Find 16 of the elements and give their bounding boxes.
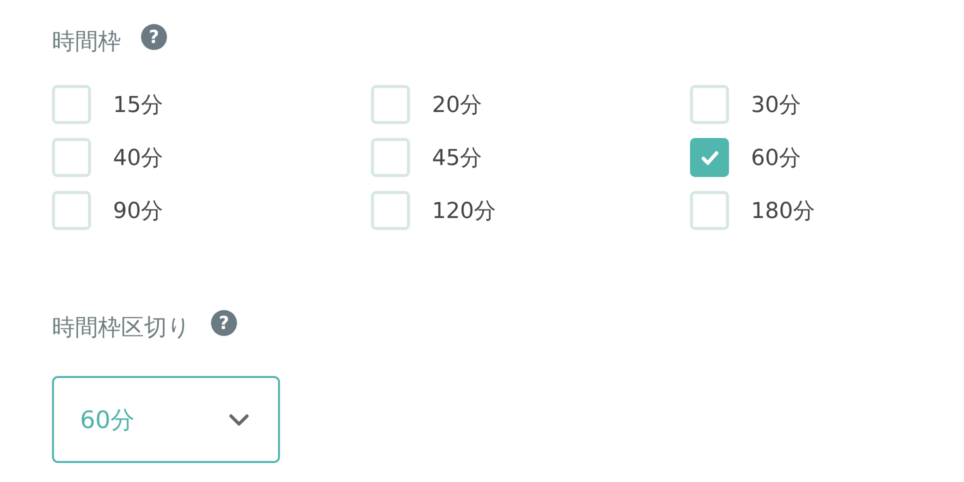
checkbox-label: 60分 — [751, 144, 801, 172]
checkbox-label: 120分 — [432, 198, 496, 226]
checkbox[interactable] — [690, 138, 729, 177]
help-icon[interactable]: ? — [141, 24, 167, 50]
checkbox-label: 180分 — [751, 198, 815, 226]
help-icon[interactable]: ? — [211, 310, 237, 336]
time-select[interactable]: 60分 — [52, 376, 280, 463]
section-title: 時間枠区切り — [52, 314, 191, 343]
section-title: 時間枠 — [52, 28, 121, 57]
chevron-down-icon — [228, 412, 250, 426]
checkbox-label: 30分 — [751, 92, 801, 120]
checkbox-label: 40分 — [113, 144, 163, 172]
checkbox-label: 45分 — [432, 144, 482, 172]
checkbox-label: 20分 — [432, 92, 482, 120]
checkbox-label: 90分 — [113, 198, 163, 226]
checkbox-label: 15分 — [113, 92, 163, 120]
